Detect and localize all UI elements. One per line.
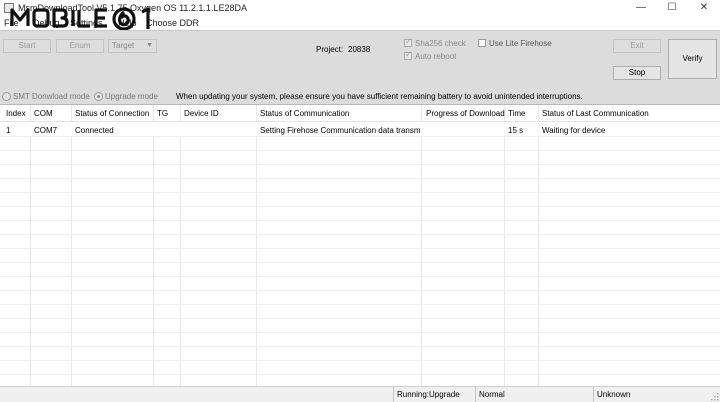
checkbox-checked-icon (404, 50, 412, 60)
column-divider (0, 105, 31, 386)
column-header-progress[interactable]: Progress of Download (426, 109, 505, 118)
sha256-checkbox[interactable]: Sha256 check (404, 37, 466, 49)
row-divider (0, 374, 720, 375)
smt-mode-radio[interactable]: SMT Donwload mode (2, 92, 90, 101)
row-divider (0, 192, 720, 193)
lite-firehose-checkbox[interactable]: Use Lite Firehose (478, 39, 552, 49)
column-header-communication[interactable]: Status of Communication (260, 109, 349, 118)
cell-com: COM7 (34, 126, 58, 135)
upgrade-mode-radio[interactable]: Upgrade mode (94, 92, 158, 101)
stop-button[interactable]: Stop (613, 66, 661, 80)
table-row[interactable]: 1 COM7 Connected Setting Firehose Commun… (0, 122, 720, 136)
column-divider (31, 105, 72, 386)
row-divider (0, 318, 720, 319)
menu-choose-ddr[interactable]: Choose DDR (146, 18, 199, 28)
radio-off-icon (2, 92, 11, 101)
lite-firehose-label: Use Lite Firehose (489, 39, 552, 48)
title-bar: MsmDownloadTool V5.1.75 Oxygen OS 11.2.1… (0, 0, 720, 17)
project-label: Project: (316, 45, 344, 54)
chevron-down-icon: ▼ (146, 42, 153, 49)
row-divider (0, 332, 720, 333)
status-running: Running:Upgrade (393, 387, 475, 402)
cell-communication: Setting Firehose Communication data tran… (260, 126, 420, 135)
upgrade-mode-label: Upgrade mode (105, 92, 158, 101)
target-select-label: Target (112, 41, 135, 50)
row-divider (0, 276, 720, 277)
column-header-tg[interactable]: TG (157, 109, 168, 118)
close-button[interactable]: ✕ (690, 0, 718, 17)
column-header-last-communication[interactable]: Status of Last Communication (542, 109, 649, 118)
column-header-connection[interactable]: Status of Connection (75, 109, 149, 118)
column-divider (72, 105, 154, 386)
row-divider (0, 178, 720, 179)
row-divider (0, 248, 720, 249)
sha256-label: Sha256 check (415, 39, 466, 48)
app-icon (4, 3, 14, 13)
maximize-button[interactable]: ☐ (658, 0, 686, 17)
cell-last-communication: Waiting for device (542, 126, 606, 135)
column-header-com[interactable]: COM (34, 109, 53, 118)
column-divider (422, 105, 505, 386)
battery-warning: When updating your system, please ensure… (176, 92, 583, 101)
smt-mode-label: SMT Donwload mode (13, 92, 90, 101)
row-divider (0, 346, 720, 347)
menu-debug[interactable]: Debug (33, 18, 60, 28)
row-divider (0, 234, 720, 235)
status-state: Unknown (593, 387, 720, 402)
verify-button[interactable]: Verify (668, 39, 717, 79)
resize-grip-icon[interactable] (711, 393, 719, 401)
cell-time: 15 s (508, 126, 524, 135)
row-divider (0, 150, 720, 151)
row-divider (0, 290, 720, 291)
column-divider (539, 105, 720, 386)
menu-bar: File Debug Settings Help Choose DDR (0, 17, 720, 30)
device-table: Index COM Status of Connection TG Device… (0, 104, 720, 386)
row-divider (0, 360, 720, 361)
column-header-time[interactable]: Time (508, 109, 525, 118)
column-divider (181, 105, 257, 386)
status-mode: Normal (475, 387, 593, 402)
status-bar: Running:Upgrade Normal Unknown (0, 386, 720, 402)
row-divider (0, 164, 720, 165)
minimize-button[interactable]: — (627, 0, 655, 17)
window-title: MsmDownloadTool V5.1.75 Oxygen OS 11.2.1… (18, 3, 247, 13)
row-divider (0, 136, 720, 137)
row-divider (0, 262, 720, 263)
start-button[interactable]: Start (3, 39, 51, 53)
cell-connection: Connected (75, 126, 114, 135)
exit-button[interactable]: Exit (613, 39, 661, 53)
enum-button[interactable]: Enum (56, 39, 104, 53)
cell-index: 1 (6, 126, 11, 135)
project-value: 20838 (348, 45, 371, 54)
column-header-device-id[interactable]: Device ID (184, 109, 219, 118)
menu-settings[interactable]: Settings (70, 18, 103, 28)
column-header-index[interactable]: Index (6, 109, 26, 118)
checkbox-unchecked-icon (478, 39, 486, 47)
control-panel: Start Enum Target ▼ Project: 20838 Sha25… (0, 30, 720, 104)
column-divider (257, 105, 422, 386)
auto-reboot-label: Auto reboot (415, 52, 457, 61)
menu-help[interactable]: Help (118, 18, 137, 28)
row-divider (0, 304, 720, 305)
checkbox-checked-icon (404, 37, 412, 47)
radio-on-icon (94, 92, 103, 101)
row-divider (0, 220, 720, 221)
column-divider (505, 105, 539, 386)
target-select[interactable]: Target ▼ (108, 39, 157, 53)
auto-reboot-checkbox[interactable]: Auto reboot (404, 50, 457, 62)
column-divider (154, 105, 181, 386)
row-divider (0, 206, 720, 207)
menu-file[interactable]: File (4, 18, 19, 28)
